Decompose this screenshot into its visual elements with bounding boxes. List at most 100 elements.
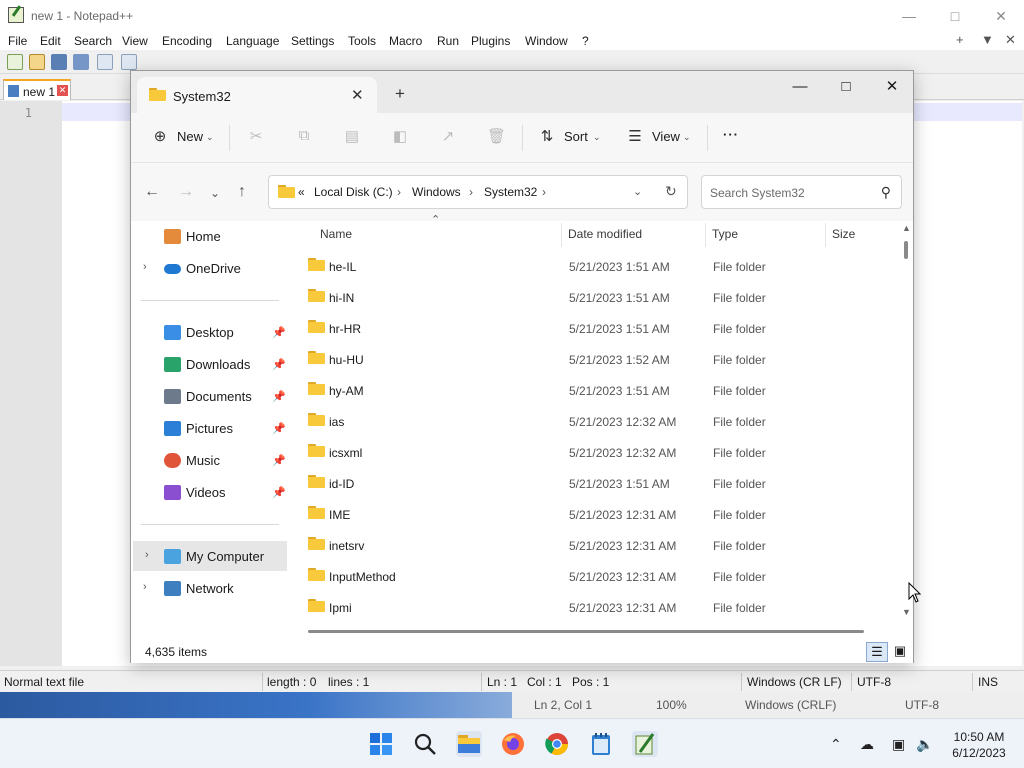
new-file-icon[interactable] xyxy=(7,54,23,70)
explorer-maximize-button[interactable]: □ xyxy=(823,71,869,101)
more-options-button[interactable]: ··· xyxy=(723,127,739,142)
address-bar[interactable]: « Local Disk (C:) › Windows › System32 ›… xyxy=(268,175,688,209)
npp-new-tab-button[interactable]: + xyxy=(956,32,964,47)
share-icon[interactable]: ↗ xyxy=(439,127,457,145)
firefox-icon[interactable] xyxy=(500,731,526,757)
file-row[interactable]: he-IL 5/21/2023 1:51 AM File folder xyxy=(291,251,899,282)
file-row[interactable]: ias 5/21/2023 12:32 AM File folder xyxy=(291,406,899,437)
breadcrumb-windows[interactable]: Windows xyxy=(412,185,461,199)
npp-tab-list-button[interactable]: ▼ xyxy=(981,32,994,47)
expand-chevron-icon[interactable]: › xyxy=(143,261,147,273)
start-icon[interactable] xyxy=(368,731,394,757)
notepad-icon[interactable] xyxy=(588,731,614,757)
menu-search[interactable]: Search xyxy=(74,34,112,48)
npp-close-doc-button[interactable]: ✕ xyxy=(1005,32,1016,48)
search-box[interactable]: Search System32 ⚲ xyxy=(701,175,902,209)
column-divider[interactable] xyxy=(825,223,826,247)
npp-close-button[interactable]: ✕ xyxy=(978,0,1024,32)
nav-item-desktop[interactable]: Desktop 📌 xyxy=(131,317,291,347)
vertical-scrollbar[interactable]: ▲ ▼ xyxy=(899,221,913,621)
menu-window[interactable]: Window xyxy=(525,34,568,48)
nav-item-network[interactable]: › Network xyxy=(131,573,291,603)
menu-encoding[interactable]: Encoding xyxy=(162,34,212,48)
file-row[interactable]: InputMethod 5/21/2023 12:31 AM File folder xyxy=(291,561,899,592)
npp-tab-new1[interactable]: new 1 ✕ xyxy=(3,79,71,100)
menu-file[interactable]: File xyxy=(8,34,27,48)
volume-icon[interactable]: 🔈 xyxy=(916,736,933,753)
large-icons-view-icon[interactable]: ▣ xyxy=(889,642,911,662)
new-tab-button[interactable]: + xyxy=(395,84,405,104)
breadcrumb-local-disk[interactable]: Local Disk (C:) xyxy=(314,185,393,199)
file-row[interactable]: hu-HU 5/21/2023 1:52 AM File folder xyxy=(291,344,899,375)
forward-arrow-icon[interactable]: → xyxy=(178,183,194,201)
menu-edit[interactable]: Edit xyxy=(40,34,61,48)
nav-item-home[interactable]: Home xyxy=(131,221,291,251)
taskbar-clock[interactable]: 10:50 AM 6/12/2023 xyxy=(944,729,1014,761)
npp-maximize-button[interactable]: □ xyxy=(932,0,978,32)
menu-settings[interactable]: Settings xyxy=(291,34,334,48)
breadcrumb-system32[interactable]: System32 xyxy=(484,185,537,199)
refresh-icon[interactable]: ↻ xyxy=(665,183,677,200)
explorer-minimize-button[interactable]: — xyxy=(777,71,823,101)
save-icon[interactable] xyxy=(51,54,67,70)
sort-button[interactable]: Sort xyxy=(564,129,588,144)
menu-macro[interactable]: Macro xyxy=(389,34,422,48)
file-row[interactable]: id-ID 5/21/2023 1:51 AM File folder xyxy=(291,468,899,499)
address-history-chevron-icon[interactable]: ⌄ xyxy=(633,185,642,198)
nav-item-documents[interactable]: Documents 📌 xyxy=(131,381,291,411)
nav-item-pictures[interactable]: Pictures 📌 xyxy=(131,413,291,443)
recent-locations-chevron-icon[interactable]: ⌄ xyxy=(210,186,220,200)
network-status-icon[interactable]: ▣ xyxy=(892,736,905,753)
nav-item-videos[interactable]: Videos 📌 xyxy=(131,477,291,507)
column-header-date-modified[interactable]: Date modified xyxy=(568,227,642,241)
up-arrow-icon[interactable]: ↑ xyxy=(238,183,246,201)
rename-icon[interactable]: ◧ xyxy=(391,127,409,145)
close-all-icon[interactable] xyxy=(121,54,137,70)
cut-icon[interactable]: ✂ xyxy=(247,127,265,145)
tab-close-icon[interactable]: ✕ xyxy=(57,85,68,96)
column-divider[interactable] xyxy=(561,223,562,247)
file-explorer-icon[interactable] xyxy=(456,731,482,757)
view-button[interactable]: View xyxy=(652,129,680,144)
column-header-name[interactable]: Name xyxy=(320,227,352,241)
copy-icon[interactable]: ⧉ xyxy=(295,127,313,145)
expand-chevron-icon[interactable]: › xyxy=(143,581,147,593)
npp-minimize-button[interactable]: — xyxy=(886,0,932,32)
file-row[interactable]: IME 5/21/2023 12:31 AM File folder xyxy=(291,499,899,530)
close-file-icon[interactable] xyxy=(97,54,113,70)
expand-chevron-icon[interactable]: › xyxy=(145,549,149,561)
scroll-down-arrow-icon[interactable]: ▼ xyxy=(902,607,911,617)
column-header-size[interactable]: Size xyxy=(832,227,855,241)
scrollbar-thumb[interactable] xyxy=(904,241,908,259)
menu-help[interactable]: ? xyxy=(582,34,589,48)
scroll-up-arrow-icon[interactable]: ▲ xyxy=(902,223,911,233)
details-view-icon[interactable]: ☰ xyxy=(866,642,888,662)
open-file-icon[interactable] xyxy=(29,54,45,70)
save-all-icon[interactable] xyxy=(73,54,89,70)
notepadpp-icon[interactable] xyxy=(632,731,658,757)
menu-tools[interactable]: Tools xyxy=(348,34,376,48)
file-row[interactable]: inetsrv 5/21/2023 12:31 AM File folder xyxy=(291,530,899,561)
back-arrow-icon[interactable]: ← xyxy=(144,183,160,201)
search-icon[interactable] xyxy=(412,731,438,757)
new-button[interactable]: New xyxy=(177,129,203,144)
file-row[interactable]: hi-IN 5/21/2023 1:51 AM File folder xyxy=(291,282,899,313)
column-header-type[interactable]: Type xyxy=(712,227,738,241)
menu-run[interactable]: Run xyxy=(437,34,459,48)
tab-close-icon[interactable]: ✕ xyxy=(351,86,364,104)
nav-item-music[interactable]: Music 📌 xyxy=(131,445,291,475)
cloud-sync-icon[interactable]: ☁ xyxy=(860,736,874,753)
chrome-icon[interactable] xyxy=(544,731,570,757)
nav-item-my-computer[interactable]: › My Computer xyxy=(133,541,287,571)
file-row[interactable]: hy-AM 5/21/2023 1:51 AM File folder xyxy=(291,375,899,406)
breadcrumb-overflow[interactable]: « xyxy=(298,185,305,199)
explorer-close-button[interactable]: ✕ xyxy=(869,71,915,101)
explorer-tab-system32[interactable]: System32 ✕ xyxy=(137,77,377,113)
column-divider[interactable] xyxy=(705,223,706,247)
horizontal-scrollbar-thumb[interactable] xyxy=(308,630,864,633)
delete-icon[interactable]: 🗑 xyxy=(487,127,506,145)
nav-item-onedrive[interactable]: › OneDrive xyxy=(131,253,291,283)
menu-view[interactable]: View xyxy=(122,34,148,48)
file-row[interactable]: icsxml 5/21/2023 12:32 AM File folder xyxy=(291,437,899,468)
file-row[interactable]: Ipmi 5/21/2023 12:31 AM File folder xyxy=(291,592,899,623)
